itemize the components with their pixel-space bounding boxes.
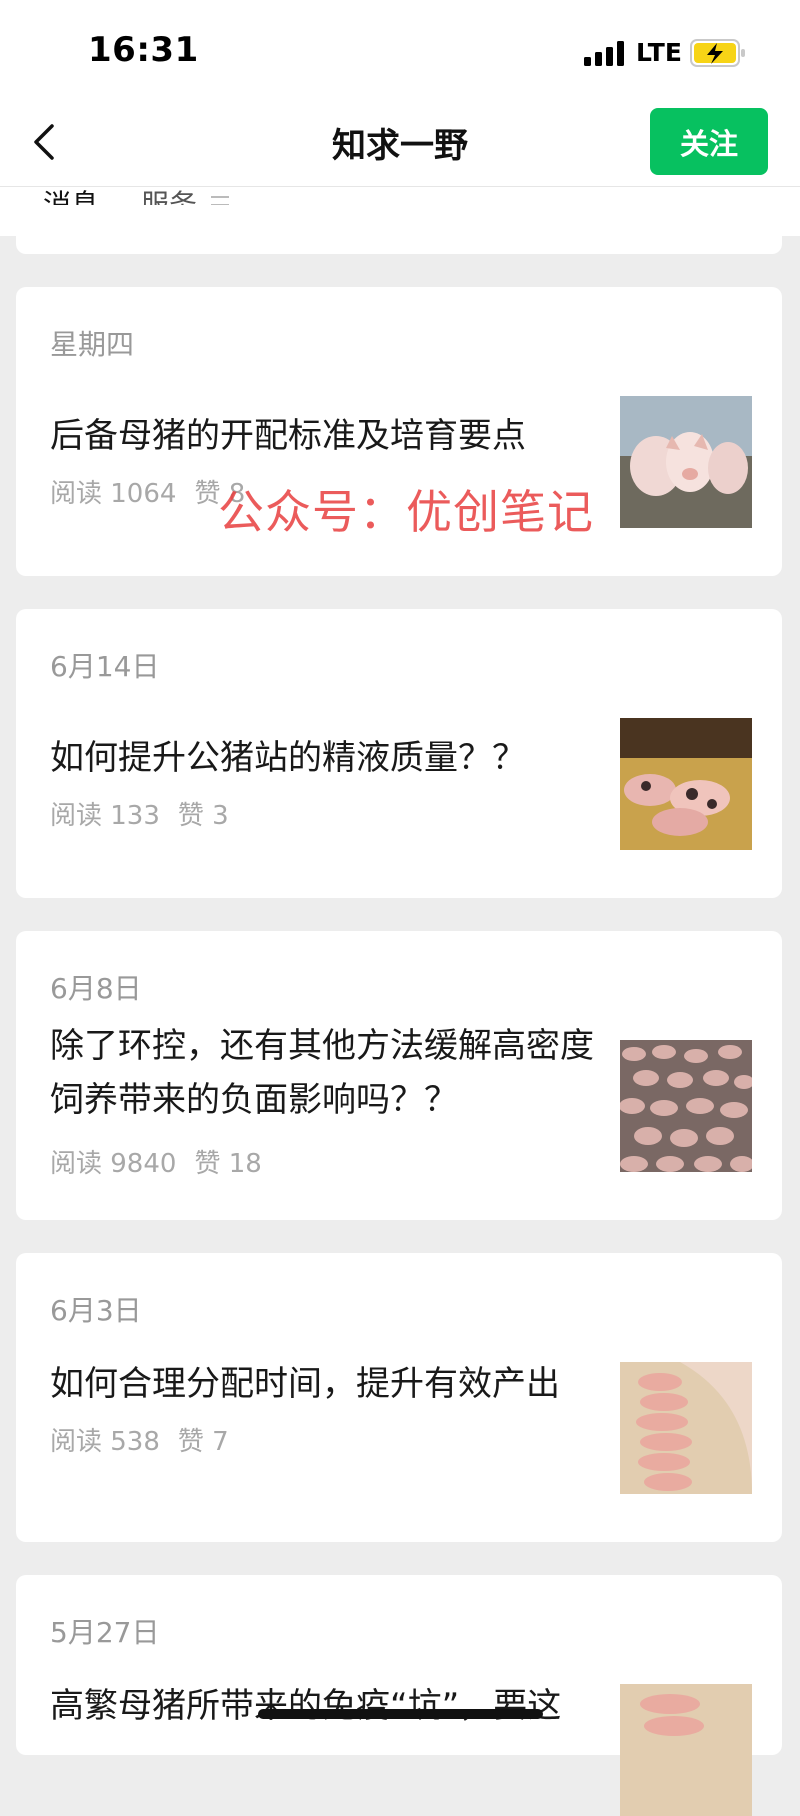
article-title[interactable]: 后备母猪的开配标准及培育要点	[50, 409, 610, 463]
article-thumbnail[interactable]	[620, 396, 752, 528]
like-count: 赞 3	[177, 801, 229, 831]
like-count: 赞 18	[194, 1149, 262, 1179]
signal-bars-icon	[584, 40, 626, 66]
article-title[interactable]: 高繁母猪所带来的免疫“坑”，要这	[50, 1679, 610, 1733]
article-card[interactable]: 6月3日 如何合理分配时间，提升有效产出 阅读 538 赞 7	[16, 1253, 782, 1542]
article-stats: 阅读 9840 赞 18	[50, 1143, 280, 1180]
watermark-text: 公众号：优创笔记	[218, 485, 594, 539]
home-indicator[interactable]	[258, 1709, 543, 1719]
status-bar: 16:31 LTE	[0, 0, 800, 100]
article-card[interactable]: 6月8日 除了环控，还有其他方法缓解高密度饲养带来的负面影响吗？？ 阅读 984…	[16, 931, 782, 1220]
read-count: 阅读 133	[50, 801, 160, 831]
navigation-bar: 知求一野 关注	[0, 100, 800, 186]
article-date: 6月3日	[50, 1294, 142, 1327]
read-count: 阅读 1064	[50, 479, 177, 509]
follow-button[interactable]: 关注	[650, 108, 768, 175]
article-thumbnail[interactable]	[620, 718, 752, 850]
article-card[interactable]: 6月14日 如何提升公猪站的精液质量？？ 阅读 133 赞 3	[16, 609, 782, 898]
article-date: 5月27日	[50, 1616, 160, 1649]
article-title[interactable]: 如何提升公猪站的精液质量？？	[50, 731, 610, 785]
status-time: 16:31	[88, 30, 199, 70]
article-date: 星期四	[50, 328, 135, 361]
article-thumbnail[interactable]	[620, 1362, 752, 1494]
article-title[interactable]: 如何合理分配时间，提升有效产出	[50, 1357, 610, 1411]
like-count: 赞 7	[177, 1427, 229, 1457]
battery-charging-icon	[690, 39, 745, 67]
article-thumbnail[interactable]	[620, 1684, 752, 1816]
previous-card[interactable]	[16, 205, 782, 254]
read-count: 阅读 538	[50, 1427, 160, 1457]
network-type: LTE	[636, 38, 682, 67]
article-date: 6月8日	[50, 972, 142, 1005]
article-date: 6月14日	[50, 650, 160, 683]
header-area: 16:31 LTE 知求一野 关注 消息 服务	[0, 0, 800, 236]
read-count: 阅读 9840	[50, 1149, 177, 1179]
article-stats: 阅读 538 赞 7	[50, 1421, 247, 1458]
article-stats: 阅读 133 赞 3	[50, 795, 247, 832]
article-title[interactable]: 除了环控，还有其他方法缓解高密度饲养带来的负面影响吗？？	[50, 1019, 610, 1127]
article-card[interactable]: 5月27日 高繁母猪所带来的免疫“坑”，要这	[16, 1575, 782, 1816]
article-thumbnail[interactable]	[620, 1040, 752, 1172]
